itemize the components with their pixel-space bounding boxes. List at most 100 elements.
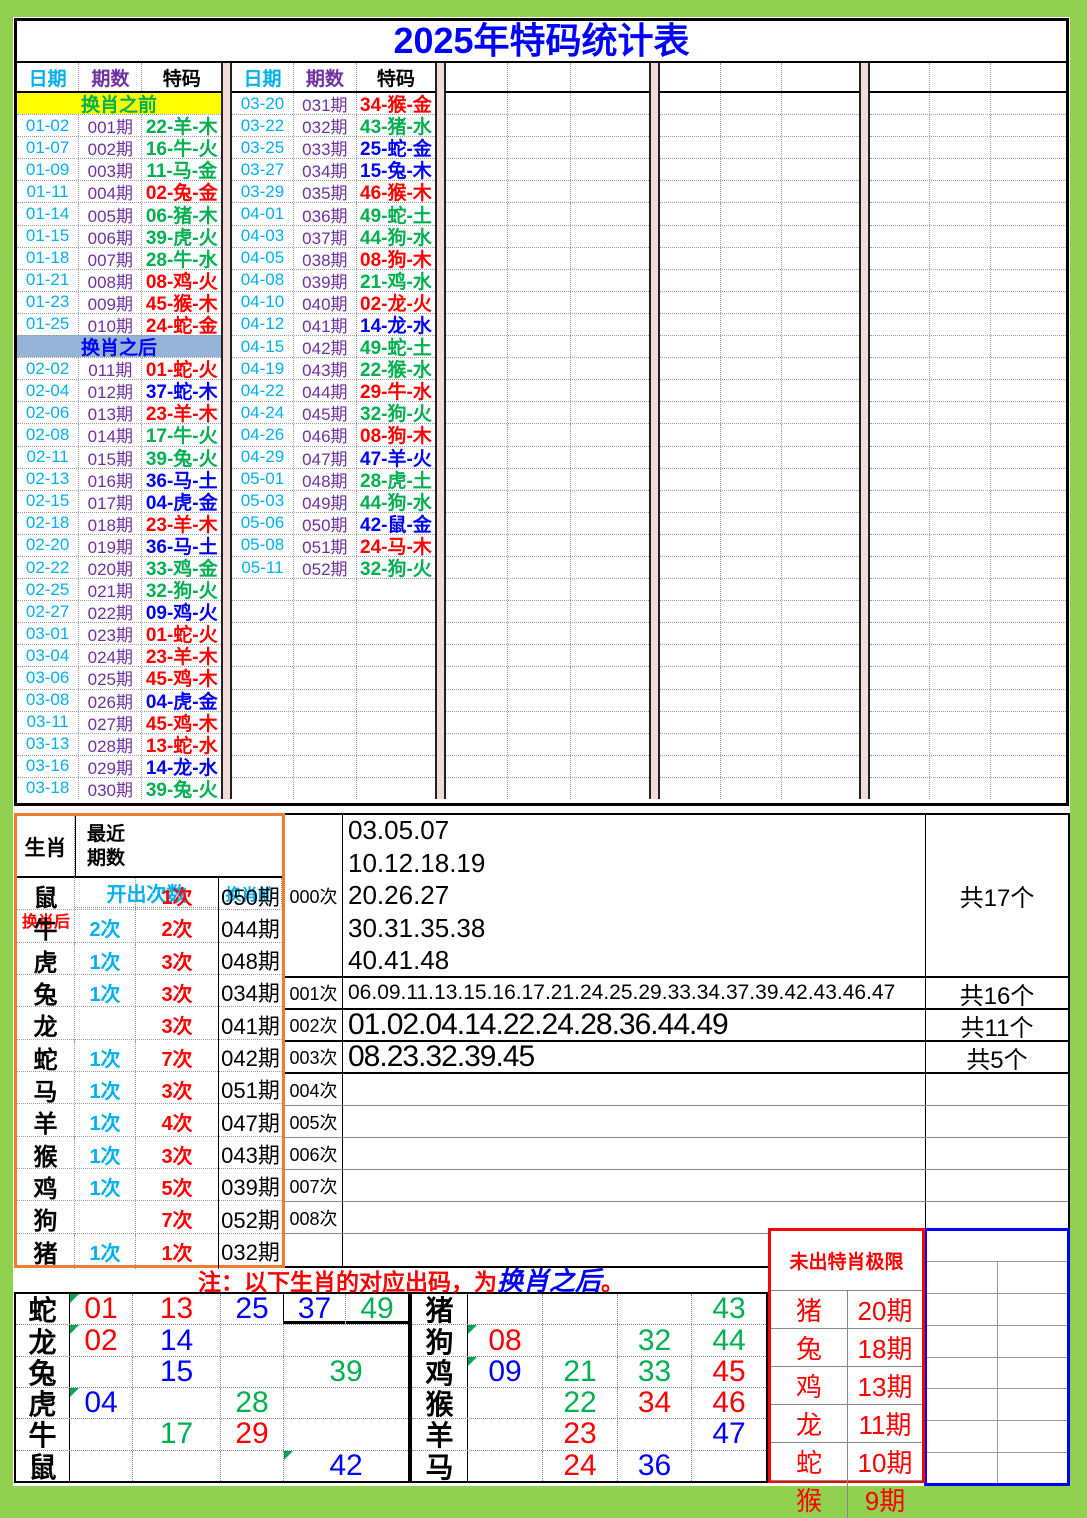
draw-date: 02-18	[17, 513, 79, 534]
draw-date	[870, 358, 930, 379]
draw-row	[446, 777, 649, 799]
draw-code: 29-牛-水	[357, 380, 435, 401]
draw-date	[446, 579, 508, 600]
draw-header-cell	[508, 63, 571, 91]
stats-recent-period: 048期	[218, 943, 282, 978]
stats-recent-period: 041期	[218, 1007, 282, 1042]
freq-label: 006次	[285, 1138, 343, 1169]
draw-period: 037期	[294, 226, 357, 247]
draw-row	[232, 755, 435, 777]
draw-code	[571, 535, 649, 556]
draw-date	[446, 380, 508, 401]
draw-group	[660, 63, 859, 799]
draw-row: 01-02001期22-羊-木	[17, 114, 221, 136]
draw-period	[721, 690, 783, 711]
freq-total	[925, 1138, 1068, 1169]
draw-row	[660, 711, 859, 733]
freq-total: 共5个	[925, 1042, 1068, 1072]
draw-code	[782, 270, 859, 291]
draw-row: 02-18018期23-羊-木	[17, 512, 221, 534]
draw-row	[870, 777, 1066, 799]
draw-code	[782, 756, 859, 777]
draw-date: 04-12	[232, 314, 294, 335]
zodiac-row: 鼠42	[16, 1450, 408, 1481]
draw-row	[232, 600, 435, 622]
limit-box-title: 未出特肖极限	[771, 1231, 922, 1291]
draw-row	[660, 556, 859, 578]
draw-row	[660, 180, 859, 202]
draw-code	[991, 181, 1066, 202]
draw-date: 02-08	[17, 424, 79, 445]
draw-code	[782, 159, 859, 180]
draw-row	[870, 180, 1066, 202]
draw-code	[782, 358, 859, 379]
draw-row: 03-25033期25-蛇-金	[232, 136, 435, 158]
draw-row	[870, 313, 1066, 335]
stats-after-count: 1次	[136, 878, 218, 913]
draw-date	[870, 447, 930, 468]
zodiac-label: 鼠	[16, 1451, 70, 1481]
draw-date	[660, 535, 721, 556]
draw-groups: 日期期数特码换肖之前01-02001期22-羊-木01-07002期16-牛-火…	[17, 63, 1066, 799]
limit-periods: 18期	[847, 1329, 922, 1366]
draw-code	[991, 623, 1066, 644]
draw-row: 04-12041期14-龙-水	[232, 313, 435, 335]
stats-recent-period: 047期	[218, 1104, 282, 1139]
draw-date: 04-05	[232, 248, 294, 269]
draw-period	[508, 424, 571, 445]
draw-row	[870, 202, 1066, 224]
freq-numbers: 03.05.0710.12.18.1920.26.2730.31.35.3840…	[343, 815, 925, 976]
draw-period: 017期	[79, 491, 142, 512]
stats-after-count: 2次	[136, 910, 218, 945]
draw-date	[232, 756, 294, 777]
draw-period: 008期	[79, 270, 142, 291]
freq-numbers: 01.02.04.14.22.24.28.36.44.49	[343, 1010, 925, 1040]
draw-period	[930, 380, 991, 401]
draw-row	[446, 180, 649, 202]
draw-code: 14-龙-水	[142, 756, 221, 777]
draw-date: 03-22	[232, 115, 294, 136]
draw-code	[571, 181, 649, 202]
draw-date	[446, 336, 508, 357]
freq-row: 007次	[285, 1170, 1068, 1202]
draw-row	[446, 357, 649, 379]
draw-period	[508, 491, 571, 512]
zodiac-number-cell: 34	[617, 1388, 691, 1418]
lottery-statistics-sheet: { "title": "2025年特码统计表", "colors": { "ba…	[0, 0, 1087, 1500]
draw-row: 03-08026期04-虎-金	[17, 689, 221, 711]
zodiac-number-cell: 01	[70, 1294, 132, 1324]
draw-code: 39-兔-火	[142, 447, 221, 468]
draw-date	[232, 601, 294, 622]
zodiac-number-cell: 04	[70, 1388, 132, 1418]
stats-row: 马1次3次051期	[17, 1071, 282, 1103]
zodiac-numbers-table-left: 蛇0113253749龙0214兔1539虎0428牛1729鼠42	[14, 1292, 410, 1483]
draw-row: 04-24045期32-狗-火	[232, 401, 435, 423]
draw-date: 01-07	[17, 137, 79, 158]
draw-code	[991, 491, 1066, 512]
freq-row: 001次06.09.11.13.15.16.17.21.24.25.29.33.…	[285, 978, 1068, 1010]
draw-code	[782, 203, 859, 224]
draw-period	[721, 447, 783, 468]
draw-code	[782, 292, 859, 313]
freq-total: 共11个	[925, 1010, 1068, 1040]
draw-period	[294, 734, 357, 755]
draw-header-cell: 特码	[142, 63, 221, 91]
draw-date	[232, 623, 294, 644]
draw-code	[782, 93, 859, 114]
draw-date: 02-25	[17, 579, 79, 600]
zodiac-switch-banner: 换肖之前	[17, 93, 221, 114]
stats-recent-period: 039期	[218, 1169, 282, 1204]
draw-row: 03-04024期23-羊-木	[17, 644, 221, 666]
zodiac-number-cell: 32	[617, 1325, 691, 1355]
limit-row: 蛇10期	[771, 1442, 922, 1480]
draw-period	[930, 292, 991, 313]
zodiac-row: 马2436	[412, 1450, 766, 1481]
limit-periods: 11期	[847, 1405, 922, 1442]
draw-row	[446, 578, 649, 600]
draw-period: 028期	[79, 734, 142, 755]
draw-period	[721, 491, 783, 512]
draw-history-table: 2025年特码统计表 日期期数特码换肖之前01-02001期22-羊-木01-0…	[14, 18, 1069, 806]
freq-numbers	[343, 1170, 925, 1201]
stats-zodiac: 虎	[17, 943, 75, 978]
draw-date: 03-25	[232, 137, 294, 158]
